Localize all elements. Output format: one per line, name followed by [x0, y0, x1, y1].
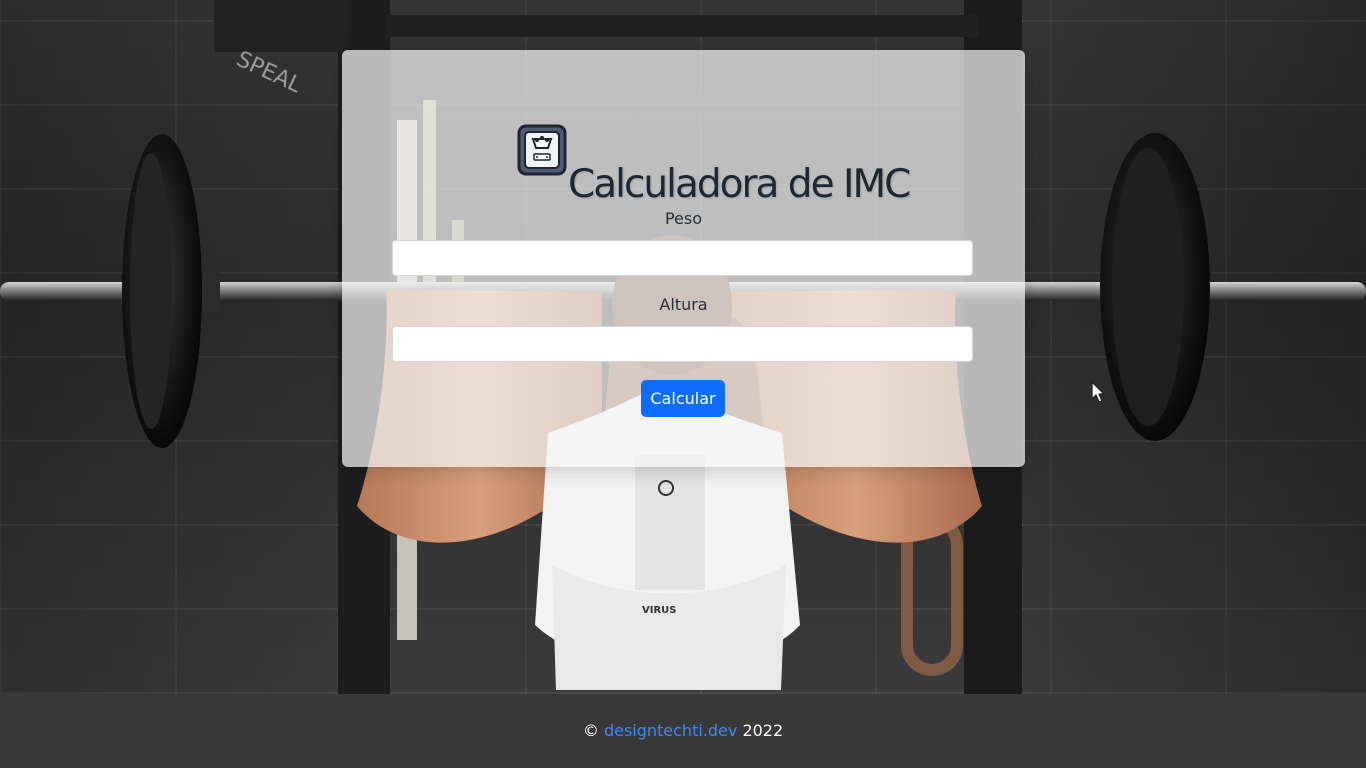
- svg-text:SPEAL: SPEAL: [232, 47, 305, 99]
- footer: © designtechti.dev 2022: [0, 694, 1366, 768]
- page-title: Calculadora de IMC: [568, 162, 911, 208]
- calculate-button[interactable]: Calcular: [641, 380, 725, 417]
- copyright-symbol: ©: [582, 721, 599, 740]
- scale-icon: [517, 124, 567, 176]
- footer-site-link[interactable]: designtechti.dev: [604, 721, 737, 740]
- weight-input[interactable]: [392, 240, 973, 276]
- title-row: Calculadora de IMC: [342, 124, 1025, 207]
- footer-year: 2022: [742, 721, 784, 740]
- mouse-pointer-icon: [1091, 381, 1105, 403]
- weight-label: Peso: [664, 209, 703, 228]
- height-label: Altura: [659, 295, 708, 314]
- height-input[interactable]: [392, 326, 973, 362]
- bmi-calculator-card: Calculadora de IMC Peso Altura Calcular: [342, 50, 1025, 467]
- page: SPEAL VIRUS Calculadora de IMC Peso Altu…: [0, 0, 1366, 768]
- svg-text:VIRUS: VIRUS: [642, 605, 676, 616]
